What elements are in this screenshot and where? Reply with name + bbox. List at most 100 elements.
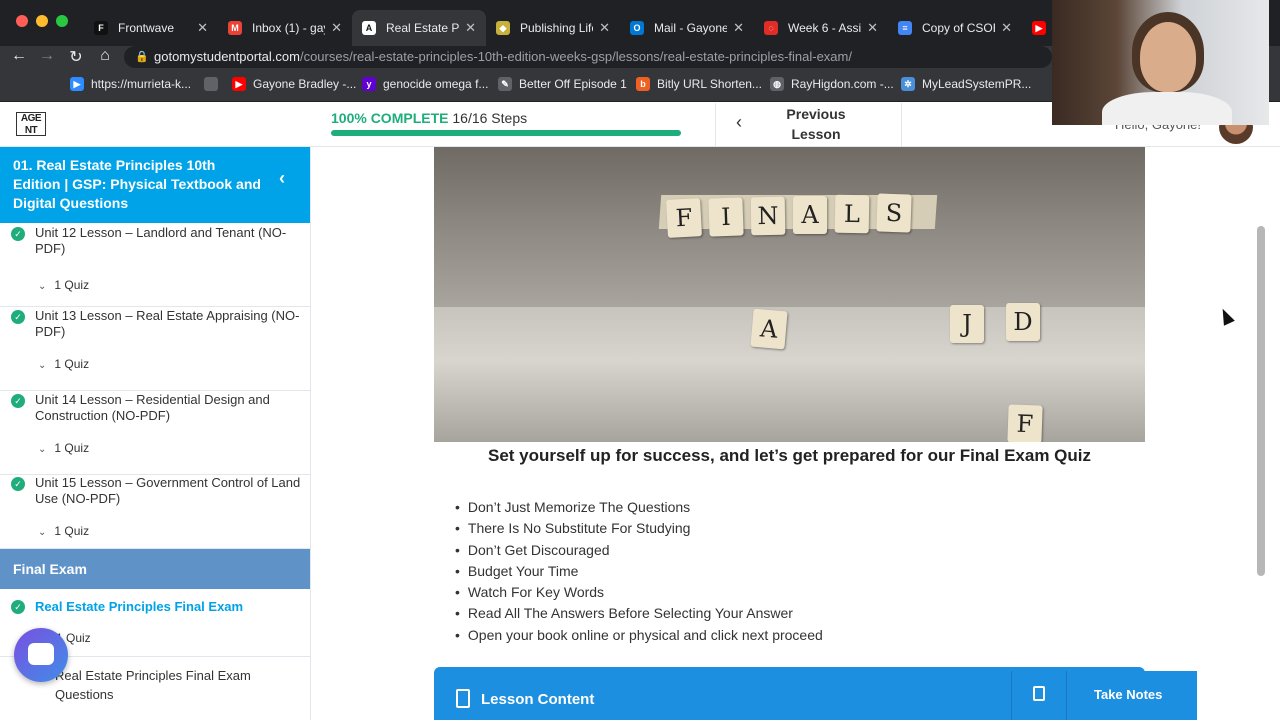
back-icon[interactable]: ← — [9, 47, 29, 65]
browser-tab[interactable]: ≡ Copy of CSOE | ✕ — [888, 10, 1022, 46]
browser-tab[interactable]: M Inbox (1) - gayo ✕ — [218, 10, 352, 46]
page-scrollbar[interactable] — [1257, 226, 1265, 576]
exam-tip: There Is No Substitute For Studying — [455, 518, 823, 539]
close-tab-icon[interactable]: ✕ — [867, 20, 878, 36]
lesson-title: Unit 13 Lesson – Real Estate Appraising … — [35, 308, 300, 339]
progress-percent: 100% COMPLETE — [331, 110, 449, 126]
check-circle-icon: ✓ — [11, 227, 25, 241]
exam-tip: Read All The Answers Before Selecting Yo… — [455, 603, 823, 624]
lesson-title: Unit 15 Lesson – Government Control of L… — [35, 475, 301, 506]
docs-icon: ≡ — [898, 21, 912, 35]
tab-title: Publishing Life — [520, 21, 594, 35]
tab-title: Mail - Gayone B — [654, 21, 728, 35]
maximize-window-button[interactable] — [56, 15, 68, 27]
tab-title: Copy of CSOE | — [922, 21, 995, 35]
letter-tile: D — [1006, 303, 1040, 341]
sidebar-lesson-unit-13[interactable]: ✓ Unit 13 Lesson – Real Estate Appraisin… — [0, 308, 310, 391]
finals-hero-image: FINALSAJDF — [434, 147, 1145, 442]
canvas-icon: ◌ — [764, 21, 778, 35]
home-icon[interactable]: ⌂ — [95, 47, 115, 65]
lesson-content-label: Lesson Content — [481, 691, 595, 708]
publishing-icon: ◆ — [496, 21, 510, 35]
take-notes-label: Take Notes — [1094, 687, 1163, 702]
outlook-icon: O — [630, 21, 644, 35]
course-title[interactable]: 01. Real Estate Principles 10th Edition … — [0, 147, 310, 223]
sidebar-lesson-unit-12[interactable]: ✓ Unit 12 Lesson – Landlord and Tenant (… — [0, 225, 310, 307]
gmail-icon: M — [228, 21, 242, 35]
page-subheading: Set yourself up for success, and let’s g… — [487, 446, 1092, 465]
bookmark-label: Better Off Episode 1 — [519, 77, 627, 91]
sidebar-lesson-unit-14[interactable]: ✓ Unit 14 Lesson – Residential Design an… — [0, 392, 310, 475]
browser-tab[interactable]: F Frontwave ✕ — [84, 10, 218, 46]
browser-tab[interactable]: ◆ Publishing Life ✕ — [486, 10, 620, 46]
bookmark-item[interactable]: ✎ Better Off Episode 1 — [498, 77, 627, 91]
chat-widget-button[interactable] — [14, 628, 68, 682]
bookmark-label: https://murrieta-k... — [91, 77, 192, 91]
bitly-icon: b — [636, 77, 650, 91]
lesson-quiz-toggle[interactable]: ⌄ 1 Quiz — [38, 524, 89, 538]
exam-tips-list: Don’t Just Memorize The QuestionsThere I… — [455, 497, 823, 646]
sidebar-quiz-item[interactable]: Real Estate Principles Final Exam Questi… — [55, 666, 295, 704]
tab-title: Frontwave — [118, 21, 175, 35]
browser-tab[interactable]: O Mail - Gayone B ✕ — [620, 10, 754, 46]
lesson-quiz-toggle[interactable]: ⌄ 1 Quiz — [38, 278, 89, 292]
browser-tab[interactable]: A Real Estate Prin ✕ — [352, 10, 486, 46]
browser-tab[interactable]: ◌ Week 6 - Assig ✕ — [754, 10, 888, 46]
collapse-sidebar-icon[interactable]: ‹ — [279, 169, 299, 193]
chevron-left-icon: ‹ — [736, 112, 742, 132]
letter-tile: J — [950, 305, 984, 343]
bookmark-item[interactable]: ◍ RayHigdon.com -... — [770, 77, 894, 91]
exam-tip: Budget Your Time — [455, 561, 823, 582]
quiz-count: 1 Quiz — [54, 357, 90, 371]
presenter-body — [1102, 92, 1232, 125]
bookmark-item[interactable]: ▶ https://murrieta-k... — [70, 77, 191, 91]
course-title-text: 01. Real Estate Principles 10th Edition … — [13, 157, 261, 211]
bookmark-item[interactable]: ▶ Gayone Bradley -... — [232, 77, 356, 91]
section-final-exam[interactable]: Final Exam — [0, 549, 310, 589]
lesson-quiz-toggle[interactable]: ⌄ 1 Quiz — [38, 357, 89, 371]
agent-logo[interactable]: AGE NT — [16, 112, 46, 136]
letter-tile: F — [666, 198, 702, 238]
check-circle-icon: ✓ — [11, 310, 25, 324]
letter-tile: A — [750, 308, 788, 350]
close-tab-icon[interactable]: ✕ — [465, 20, 476, 36]
close-window-button[interactable] — [16, 15, 28, 27]
quiz-count: 1 Quiz — [54, 524, 90, 538]
chevron-down-icon: ⌄ — [38, 527, 47, 538]
lesson-title[interactable]: Real Estate Principles Final Exam — [35, 599, 243, 614]
exam-tip: Open your book online or physical and cl… — [455, 625, 823, 646]
chat-bubble-icon — [28, 643, 54, 665]
mouse-cursor-icon — [1217, 306, 1235, 326]
bookmark-item[interactable] — [204, 77, 225, 91]
close-tab-icon[interactable]: ✕ — [733, 20, 744, 36]
chevron-down-icon: ⌄ — [38, 281, 47, 292]
doc-icon: ✎ — [498, 77, 512, 91]
minimize-window-button[interactable] — [36, 15, 48, 27]
quiz-count: 1 Quiz — [54, 441, 90, 455]
forward-icon[interactable]: → — [37, 47, 57, 65]
reload-icon[interactable]: ↻ — [66, 47, 86, 67]
take-notes-button[interactable]: Take Notes — [1011, 671, 1197, 720]
sidebar-lesson-unit-15[interactable]: ✓ Unit 15 Lesson – Government Control of… — [0, 475, 310, 549]
bookmark-item[interactable]: b Bitly URL Shorten... — [636, 77, 762, 91]
close-tab-icon[interactable]: ✕ — [1001, 20, 1012, 36]
url-host: gotomystudentportal.com — [154, 49, 300, 64]
letter-tile: L — [834, 194, 870, 234]
previous-lesson-button[interactable]: ‹ Previous Lesson — [715, 103, 902, 147]
check-circle-icon: ✓ — [11, 477, 25, 491]
notes-icon — [1033, 686, 1045, 701]
bookmark-label: RayHigdon.com -... — [791, 77, 894, 91]
close-tab-icon[interactable]: ✕ — [599, 20, 610, 36]
address-bar[interactable]: 🔒 gotomystudentportal.com/courses/real-e… — [124, 46, 1052, 68]
bookmark-item[interactable]: y genocide omega f... — [362, 77, 488, 91]
lesson-quiz-toggle[interactable]: ⌄ 1 Quiz — [38, 441, 89, 455]
bookmark-label: MyLeadSystemPR... — [922, 77, 1032, 91]
close-tab-icon[interactable]: ✕ — [197, 20, 208, 36]
close-tab-icon[interactable]: ✕ — [331, 20, 342, 36]
bookmark-item[interactable]: ✲ MyLeadSystemPR... — [901, 77, 1031, 91]
lesson-title: Unit 14 Lesson – Residential Design and … — [35, 392, 270, 423]
exam-tip: Don’t Just Memorize The Questions — [455, 497, 823, 518]
mls-icon: ✲ — [901, 77, 915, 91]
browser-tab[interactable]: ▶ — [1022, 10, 1052, 46]
letter-tile: F — [1007, 404, 1043, 442]
